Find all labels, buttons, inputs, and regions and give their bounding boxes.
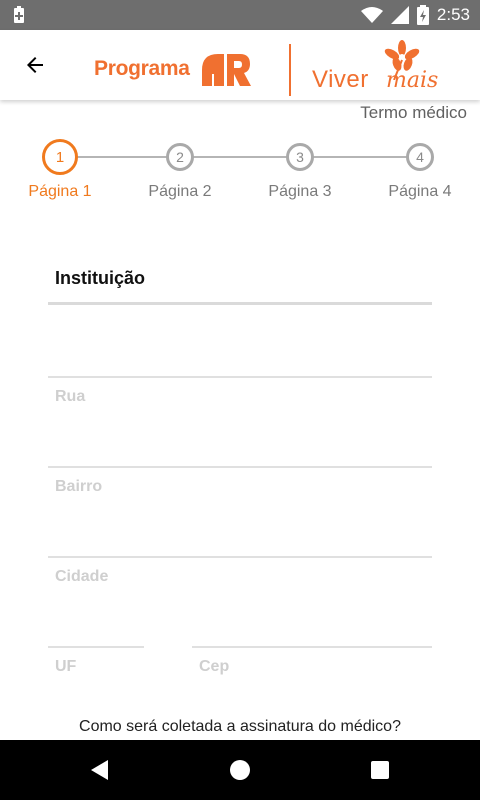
back-button[interactable] — [14, 44, 56, 86]
step-4-label: Página 4 — [388, 183, 452, 200]
wifi-icon — [360, 7, 383, 23]
signal-icon — [390, 6, 409, 24]
viver-mais-logo: Viver mais — [312, 40, 452, 96]
status-time: 2:53 — [436, 5, 470, 24]
back-triangle-icon[interactable] — [88, 758, 112, 782]
logo-divider — [289, 44, 291, 96]
instituicao-field[interactable]: Instituição — [48, 260, 432, 306]
programa-ar-logo: Programa — [94, 52, 252, 86]
bairro-field[interactable]: Bairro — [48, 440, 432, 500]
arrow-left-icon — [27, 57, 43, 73]
bairro-placeholder: Bairro — [55, 478, 103, 495]
step-2-label: Página 2 — [148, 183, 212, 200]
step-1-circle: 1 — [42, 139, 78, 175]
ar-logo-mark-icon — [201, 54, 251, 86]
cidade-underline — [48, 556, 432, 558]
system-nav-bar — [0, 740, 480, 800]
logo-programa-text: Programa — [94, 57, 190, 80]
rua-placeholder: Rua — [55, 388, 86, 405]
step-connector — [60, 156, 420, 158]
step-1-label: Página 1 — [28, 183, 92, 200]
stepper: 1 Página 1 2 Página 2 3 Página 3 4 Págin… — [0, 138, 480, 208]
cidade-field[interactable]: Cidade — [48, 530, 432, 590]
page-subtitle: Termo médico — [360, 103, 467, 122]
step-4-circle: 4 — [406, 143, 434, 171]
uf-placeholder: UF — [55, 658, 77, 675]
cep-underline — [192, 646, 432, 648]
uf-underline — [48, 646, 144, 648]
rua-field[interactable]: Rua — [48, 350, 432, 410]
step-3-circle: 3 — [286, 143, 314, 171]
home-circle-icon[interactable] — [228, 758, 252, 782]
status-bar: 2:53 — [0, 0, 480, 30]
rua-underline — [48, 376, 432, 378]
cidade-placeholder: Cidade — [55, 568, 109, 585]
recents-square-icon[interactable] — [368, 758, 392, 782]
cep-field[interactable]: Cep — [192, 620, 432, 680]
cep-placeholder: Cep — [199, 658, 230, 675]
battery-charging-icon — [416, 5, 429, 25]
logo-mais-text: mais — [386, 68, 439, 93]
step-2-circle: 2 — [166, 143, 194, 171]
app-header: Programa Viver mais — [0, 30, 480, 100]
instituicao-underline — [48, 302, 432, 305]
uf-field[interactable]: UF — [48, 620, 144, 680]
instituicao-value: Instituição — [55, 268, 146, 288]
logo-viver-text: Viver — [312, 66, 369, 93]
step-3-label: Página 3 — [268, 183, 332, 200]
bairro-underline — [48, 466, 432, 468]
signature-question: Como será coletada a assinatura do médic… — [79, 718, 401, 735]
battery-saver-icon — [14, 6, 24, 23]
